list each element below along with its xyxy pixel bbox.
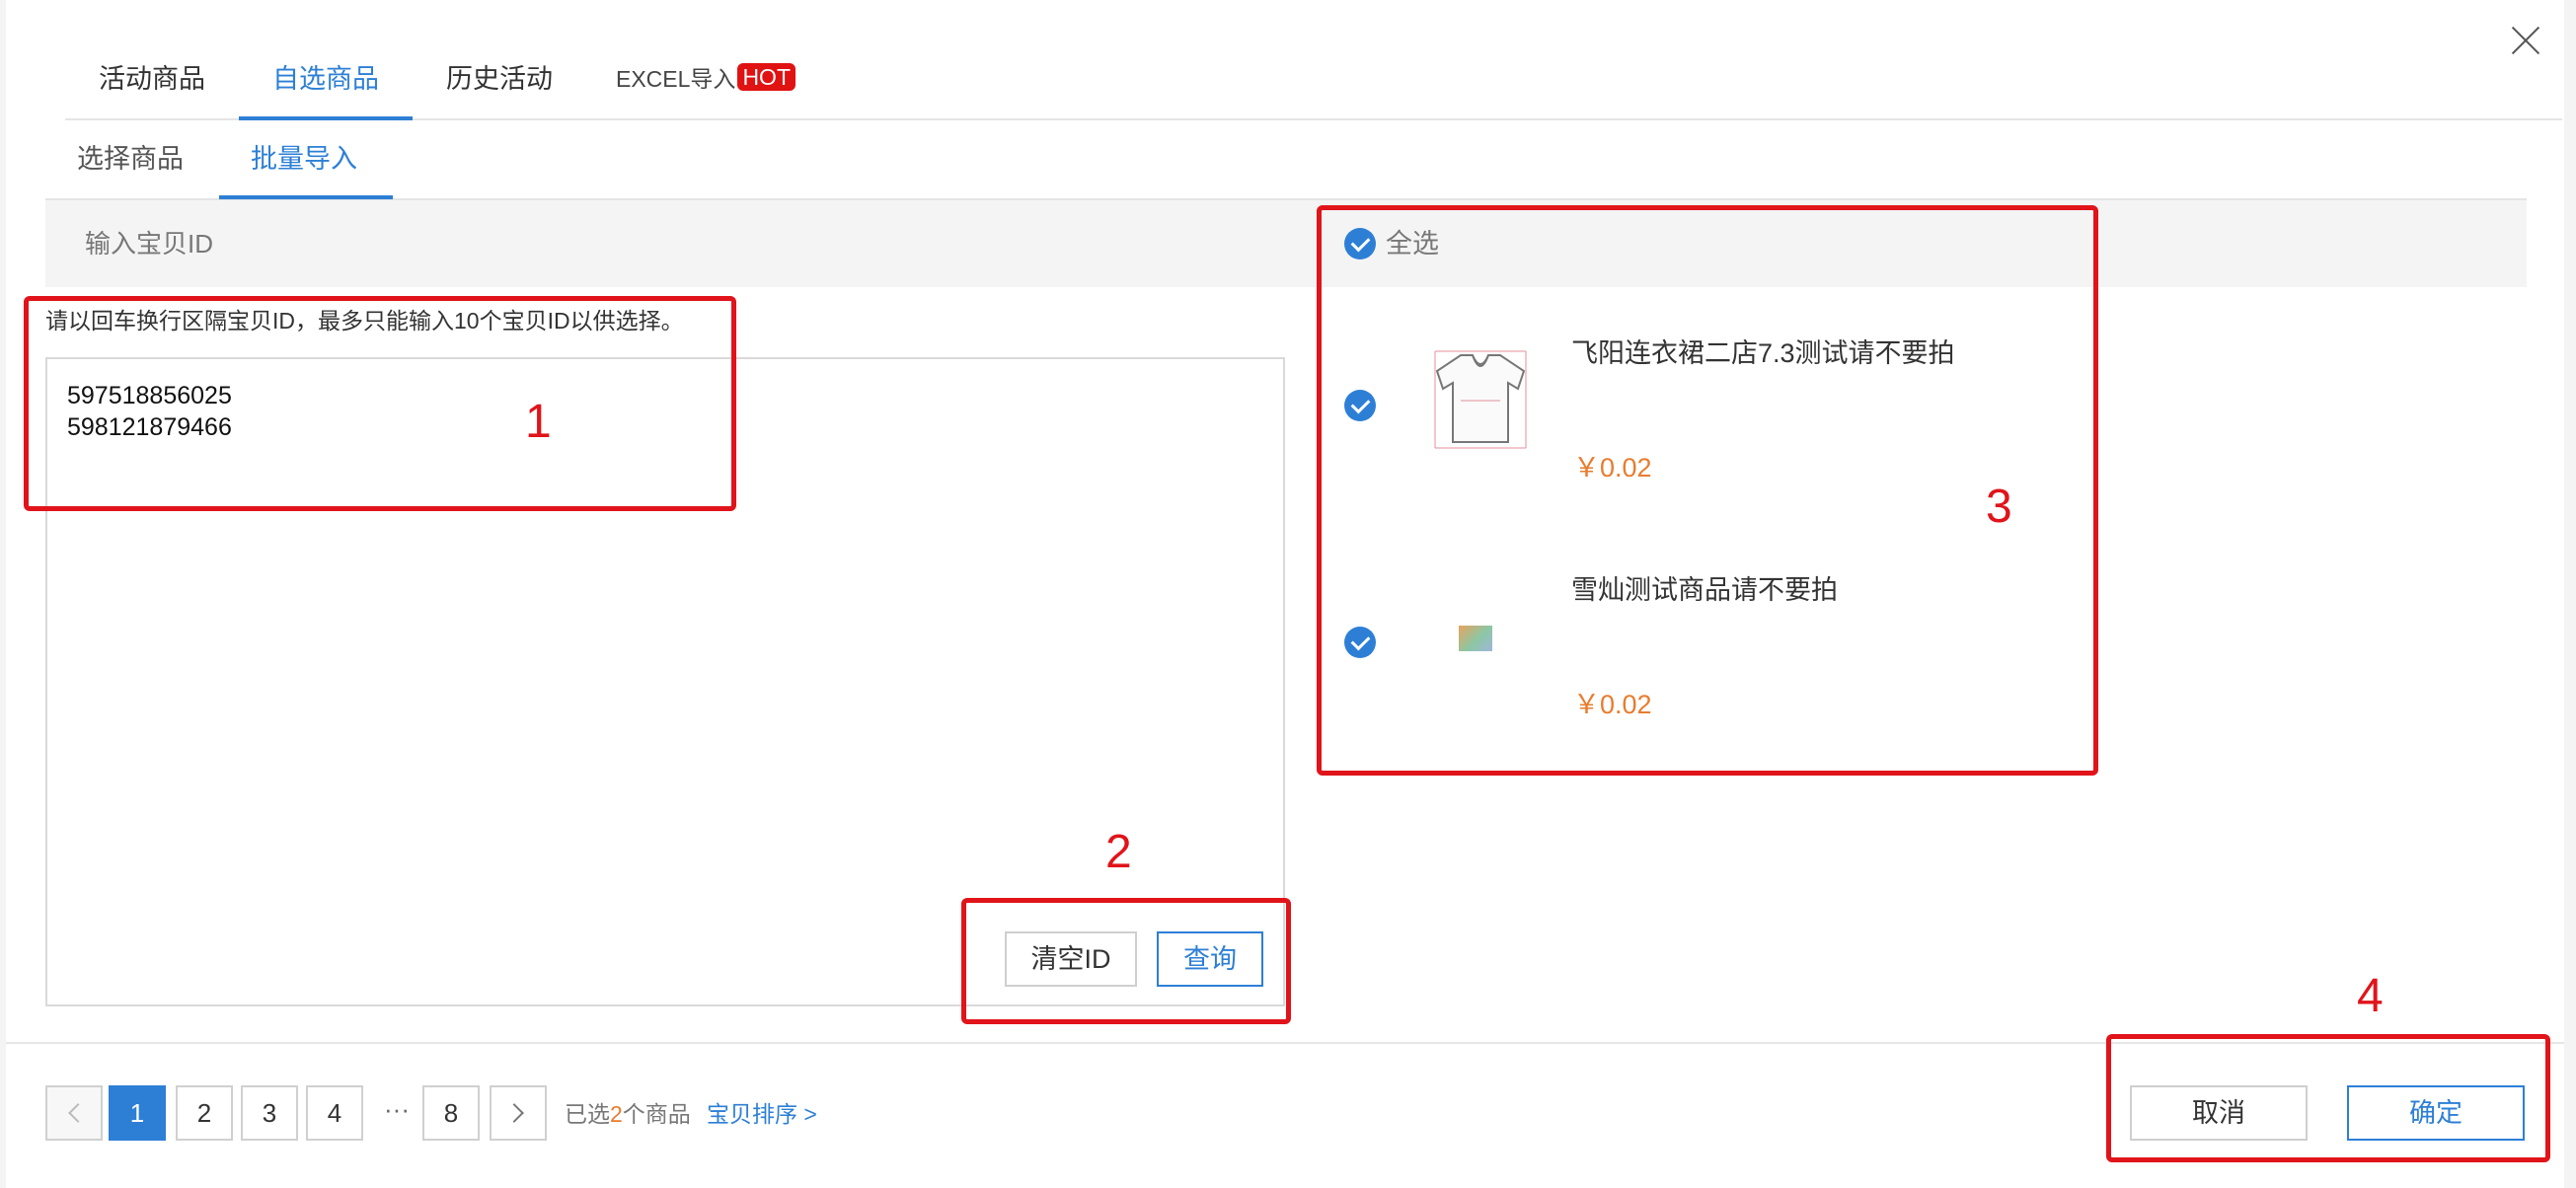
dialog: 活动商品 自选商品 历史活动 EXCEL导入 HOT 选择商品 批量导入 输入宝贝… (0, 0, 2576, 1188)
selected-info: 已选2个商品 (565, 1095, 691, 1133)
annotation-number-1: 1 (525, 396, 552, 448)
close-icon[interactable] (2505, 20, 2546, 61)
selected-prefix: 已选 (565, 1101, 610, 1127)
active-subtab-indicator (219, 195, 393, 199)
tab-excel-import[interactable]: EXCEL导入 HOT (616, 39, 813, 118)
page-2[interactable]: 2 (176, 1085, 233, 1141)
annotation-number-4: 4 (2357, 970, 2384, 1022)
sort-goods-link[interactable]: 宝贝排序 > (707, 1095, 817, 1133)
background-page-edge-right (2564, 0, 2576, 1188)
page-3[interactable]: 3 (241, 1085, 298, 1141)
top-tabs-divider (65, 118, 2562, 120)
subtab-batch-import[interactable]: 批量导入 (251, 123, 357, 194)
section-header-bar (45, 200, 2527, 287)
annotation-box-3 (1317, 205, 2098, 776)
selected-count: 2 (610, 1101, 623, 1127)
page-ellipsis: ··· (384, 1094, 410, 1124)
input-id-header: 输入宝贝ID (85, 229, 214, 259)
annotation-box-1 (24, 296, 736, 511)
prev-page-button[interactable] (45, 1085, 103, 1141)
tab-custom-goods[interactable]: 自选商品 (239, 39, 413, 118)
tab-excel-import-label: EXCEL导入 (616, 66, 736, 92)
hot-badge: HOT (737, 63, 796, 91)
background-page-edge (0, 0, 6, 1188)
selected-suffix: 个商品 (622, 1101, 691, 1127)
tab-history-activity[interactable]: 历史活动 (442, 39, 557, 118)
page-1[interactable]: 1 (109, 1085, 166, 1141)
page-4[interactable]: 4 (306, 1085, 363, 1141)
tab-activity-goods[interactable]: 活动商品 (95, 39, 209, 118)
subtab-select-goods[interactable]: 选择商品 (77, 123, 184, 194)
next-page-button[interactable] (490, 1085, 547, 1141)
annotation-number-3: 3 (1986, 481, 2012, 533)
annotation-number-2: 2 (1105, 826, 1132, 878)
page-8[interactable]: 8 (422, 1085, 480, 1141)
annotation-box-4 (2106, 1034, 2550, 1162)
annotation-box-2 (961, 898, 1291, 1024)
chevron-left-icon (68, 1103, 88, 1123)
chevron-right-icon (504, 1103, 524, 1123)
active-tab-indicator (239, 116, 413, 120)
